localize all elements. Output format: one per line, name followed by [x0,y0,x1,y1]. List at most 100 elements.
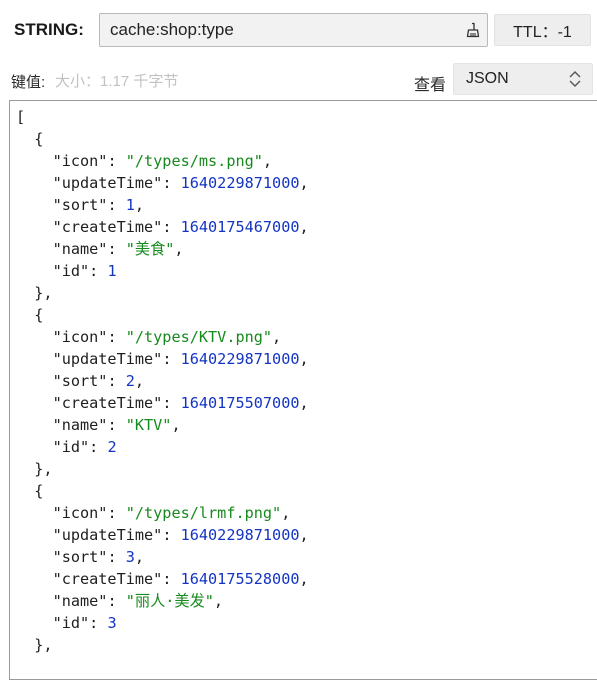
json-comma: , [134,372,145,390]
json-key: "createTime" [16,218,163,236]
json-colon: : [162,218,181,236]
json-colon: : [162,174,181,192]
json-comma: , [299,570,309,588]
json-comma: , [171,416,181,434]
json-colon: : [89,614,108,632]
json-key: "icon" [16,328,108,346]
json-key: "id" [16,614,90,632]
json-colon: : [107,504,126,522]
json-brace: }, [16,460,53,478]
json-object-close: }, [16,634,597,656]
json-key: "updateTime" [16,350,163,368]
json-number-value: 3 [125,548,135,566]
json-colon: : [107,240,126,258]
json-entry: "createTime": 1640175467000, [16,216,597,238]
json-number-value: 1640229871000 [180,350,300,368]
json-key: "updateTime" [16,174,163,192]
json-comma: , [174,240,184,258]
json-number-value: 1640175467000 [180,218,300,236]
json-key: "name" [16,592,108,610]
json-entry: "sort": 2, [16,370,597,392]
key-name-box[interactable] [99,13,488,47]
json-key: "sort" [16,372,108,390]
json-brace: }, [16,636,53,654]
json-comma: , [299,526,309,544]
json-entry: "icon": "/types/lrmf.png", [16,502,597,524]
format-select[interactable]: JSON [453,63,593,95]
json-key: "id" [16,262,90,280]
json-entry: "sort": 1, [16,194,597,216]
json-key: "icon" [16,504,108,522]
json-string-value: "/types/KTV.png" [125,328,273,346]
value-size-label: 大小：1.17 千字节 [55,73,179,90]
json-object-close: }, [16,458,597,480]
json-key: "icon" [16,152,108,170]
json-entry: "sort": 3, [16,546,597,568]
json-number-value: 1 [125,196,135,214]
json-string-value: "KTV" [125,416,172,434]
json-colon: : [107,416,126,434]
json-colon: : [107,372,126,390]
json-colon: : [107,548,126,566]
json-key: "name" [16,416,108,434]
json-key: "createTime" [16,394,163,412]
json-string-value: "丽人·美发" [125,592,214,610]
key-name-input[interactable] [110,14,450,46]
json-object-open: { [16,304,597,326]
json-colon: : [107,328,126,346]
ttl-button[interactable]: TTL：-1 [494,14,591,46]
view-as-label: 查看 [414,77,447,94]
json-comma: , [299,350,309,368]
json-object-close: }, [16,282,597,304]
json-bracket: [ [16,108,26,126]
json-entry: "updateTime": 1640229871000, [16,348,597,370]
json-comma: , [281,504,291,522]
json-entry: "updateTime": 1640229871000, [16,172,597,194]
json-comma: , [299,394,309,412]
json-colon: : [162,570,181,588]
json-key: "name" [16,240,108,258]
json-comma: , [134,548,145,566]
json-object-open: { [16,480,597,502]
json-entry: "updateTime": 1640229871000, [16,524,597,546]
json-colon: : [162,526,181,544]
broom-icon[interactable] [465,22,481,38]
json-number-value: 2 [125,372,135,390]
json-colon: : [89,438,108,456]
json-brace: }, [16,284,53,302]
json-string-value: "/types/ms.png" [125,152,263,170]
json-comma: , [262,152,273,170]
value-editor[interactable]: [ { "icon": "/types/ms.png", "updateTime… [9,100,597,680]
json-entry: "createTime": 1640175528000, [16,568,597,590]
json-entry: "icon": "/types/KTV.png", [16,326,597,348]
json-entry: "createTime": 1640175507000, [16,392,597,414]
json-key: "id" [16,438,90,456]
json-brace: { [16,482,44,500]
json-entry: "name": "KTV", [16,414,597,436]
value-label: 键值: [11,74,46,91]
json-comma: , [134,196,145,214]
json-key: "sort" [16,548,108,566]
json-number-value: 1640175528000 [180,570,300,588]
json-entry: "name": "丽人·美发", [16,590,597,612]
json-colon: : [162,394,181,412]
json-string-value: "/types/lrmf.png" [125,504,282,522]
json-comma: , [299,218,309,236]
json-comma: , [213,592,224,610]
json-colon: : [107,152,126,170]
json-colon: : [89,262,108,280]
json-key: "createTime" [16,570,163,588]
json-comma: , [272,328,282,346]
json-key: "updateTime" [16,526,163,544]
json-object-open: { [16,128,597,150]
json-number-value: 1640229871000 [180,526,300,544]
json-text[interactable]: [ { "icon": "/types/ms.png", "updateTime… [10,101,597,656]
json-key: "sort" [16,196,108,214]
json-brace: { [16,306,44,324]
key-type-label: STRING: [14,20,84,39]
json-number-value: 1640229871000 [180,174,300,192]
json-colon: : [107,592,126,610]
json-number-value: 3 [107,614,117,632]
json-entry: "name": "美食", [16,238,597,260]
json-brace: { [16,130,44,148]
